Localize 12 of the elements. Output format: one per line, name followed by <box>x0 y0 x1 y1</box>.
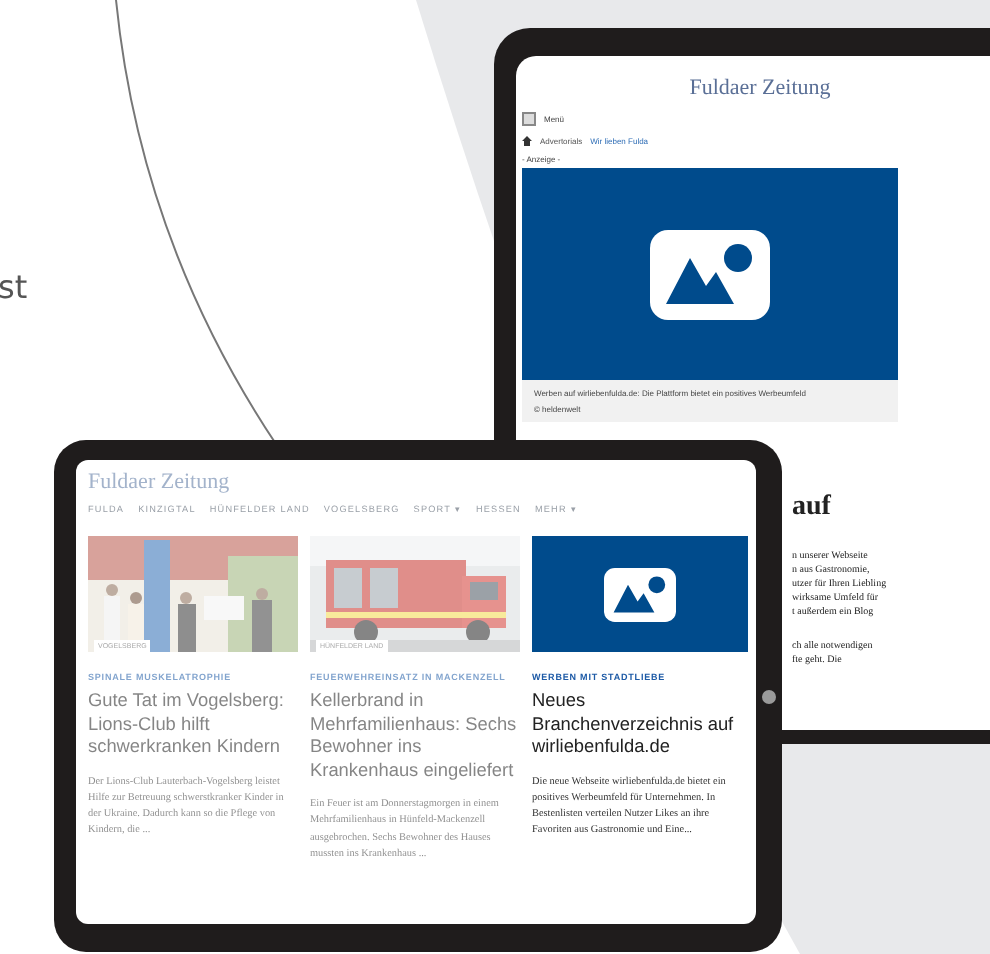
camera-dot <box>762 690 776 704</box>
newspaper-logo: Fuldaer Zeitung <box>689 76 831 100</box>
page-text: st <box>0 268 28 306</box>
image-icon <box>650 229 770 319</box>
article-title[interactable]: Gute Tat im Vogelsberg: Lions-Club hilft schwerkranken Kindern <box>88 690 298 759</box>
newspaper-logo: Fuldaer Zeitung <box>88 470 232 494</box>
image-icon <box>604 567 676 621</box>
menu-icon[interactable] <box>522 112 536 126</box>
article-title[interactable]: Kellerbrand in Mehrfamilienhaus: Sechs Bewohner ins Krankenhaus eingeliefert <box>310 690 520 782</box>
home-icon[interactable] <box>522 136 532 146</box>
article-heading: auf <box>792 492 833 524</box>
article-title[interactable]: Neues Branchenverzeichnis auf wirliebenfulda.de <box>532 690 748 759</box>
